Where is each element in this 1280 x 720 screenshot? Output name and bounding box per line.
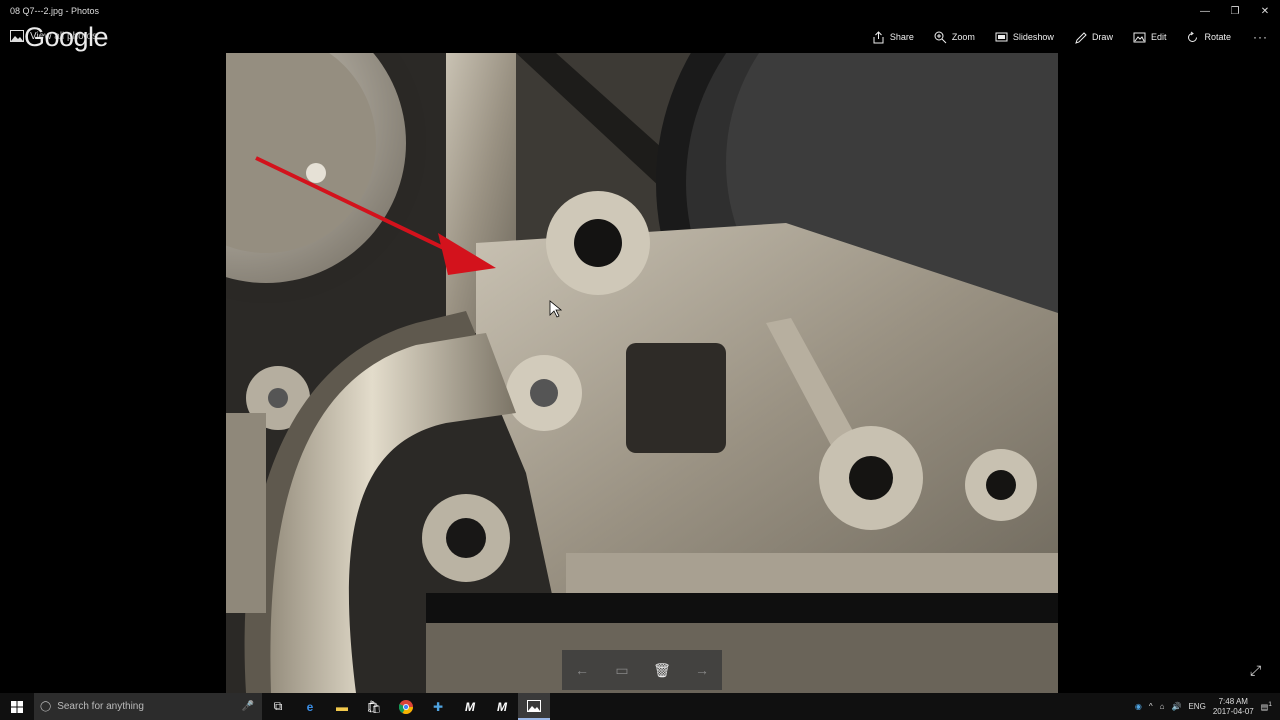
volume-icon[interactable]: 🔊 <box>1172 702 1182 711</box>
previous-photo-button[interactable]: ← <box>567 655 597 685</box>
clock-date: 2017-04-07 <box>1212 706 1254 716</box>
engine-photo <box>226 53 1058 693</box>
fullscreen-icon[interactable]: ⤢ <box>1250 662 1268 680</box>
chrome-icon[interactable] <box>390 693 422 720</box>
security-app-icon[interactable]: ✚ <box>422 693 454 720</box>
title-bar: 08 Q7---2.jpg - Photos — ❐ ✕ <box>0 0 1280 22</box>
search-placeholder: Search for anything <box>57 701 144 712</box>
slideshow-label: Slideshow <box>1012 32 1054 42</box>
slideshow-icon <box>995 32 1008 41</box>
edit-label: Edit <box>1150 32 1167 42</box>
edge-icon[interactable]: e <box>294 693 326 720</box>
taskbar-search[interactable]: ◯ Search for anything 🎤 <box>34 693 262 720</box>
window-title: 08 Q7---2.jpg - Photos <box>10 6 100 16</box>
delete-button[interactable]: 🗑 <box>647 655 677 685</box>
file-explorer-icon[interactable]: ▬ <box>326 693 358 720</box>
zoom-button[interactable]: Zoom <box>924 22 985 52</box>
network-icon[interactable]: ⌂ <box>1160 702 1165 711</box>
notification-icon[interactable]: ▤1 <box>1261 701 1272 712</box>
share-button[interactable]: Share <box>862 22 924 52</box>
notification-count: 1 <box>1268 701 1272 709</box>
system-tray: ◉ ^ ⌂ 🔊 ENG 7:48 AM 2017-04-07 ▤1 <box>1135 693 1280 720</box>
photo-nav-strip: ← ▭ 🗑 → <box>562 650 722 690</box>
filmstrip-icon[interactable]: ▭ <box>607 655 637 685</box>
share-label: Share <box>889 32 914 42</box>
rotate-label: Rotate <box>1204 32 1231 42</box>
google-watermark: Google <box>24 22 109 52</box>
rotate-icon <box>1188 31 1198 42</box>
photos-icon <box>10 30 24 42</box>
photo-viewer[interactable] <box>226 53 1058 693</box>
action-bar: Share Zoom Slideshow Draw Edit Rotate ··… <box>862 22 1280 52</box>
store-icon[interactable]: 🛍 <box>358 693 390 720</box>
taskbar: ◯ Search for anything 🎤 ⧉ e ▬ 🛍 ✚ M M ◉ … <box>0 693 1280 720</box>
draw-label: Draw <box>1091 32 1113 42</box>
cortana-icon: ◯ <box>40 701 52 712</box>
next-photo-button[interactable]: → <box>687 655 717 685</box>
photos-app-icon[interactable] <box>518 693 550 720</box>
restore-button[interactable]: ❐ <box>1220 0 1250 22</box>
photos-taskbar-icon <box>527 699 541 712</box>
edit-icon <box>1133 32 1146 42</box>
slideshow-button[interactable]: Slideshow <box>985 22 1064 52</box>
zoom-label: Zoom <box>951 32 975 42</box>
chrome-logo <box>399 699 413 714</box>
close-button[interactable]: ✕ <box>1250 0 1280 22</box>
share-icon <box>873 30 884 43</box>
zoom-icon <box>934 31 947 43</box>
language-indicator[interactable]: ENG <box>1188 702 1205 711</box>
clock[interactable]: 7:48 AM 2017-04-07 <box>1213 697 1254 717</box>
draw-button[interactable]: Draw <box>1064 22 1123 52</box>
start-button[interactable] <box>0 693 34 720</box>
app-m-icon[interactable]: M <box>454 693 486 720</box>
edit-button[interactable]: Edit <box>1123 22 1177 52</box>
windows-icon <box>11 700 23 713</box>
window-controls: — ❐ ✕ <box>1190 0 1280 22</box>
pen-icon <box>1075 31 1087 44</box>
app-tray-icon[interactable]: ◉ <box>1135 702 1142 711</box>
chevron-up-icon[interactable]: ^ <box>1149 702 1153 711</box>
clock-time: 7:48 AM <box>1218 696 1248 706</box>
rotate-button[interactable]: Rotate <box>1176 22 1241 52</box>
task-view-icon[interactable]: ⧉ <box>262 693 294 720</box>
microphone-icon[interactable]: 🎤 <box>242 701 254 712</box>
minimize-button[interactable]: — <box>1190 0 1220 22</box>
app-toolbar: View all photos Google Share Zoom Slides… <box>0 22 1280 52</box>
app-m-icon-2[interactable]: M <box>486 693 518 720</box>
more-options-button[interactable]: ··· <box>1241 30 1280 44</box>
